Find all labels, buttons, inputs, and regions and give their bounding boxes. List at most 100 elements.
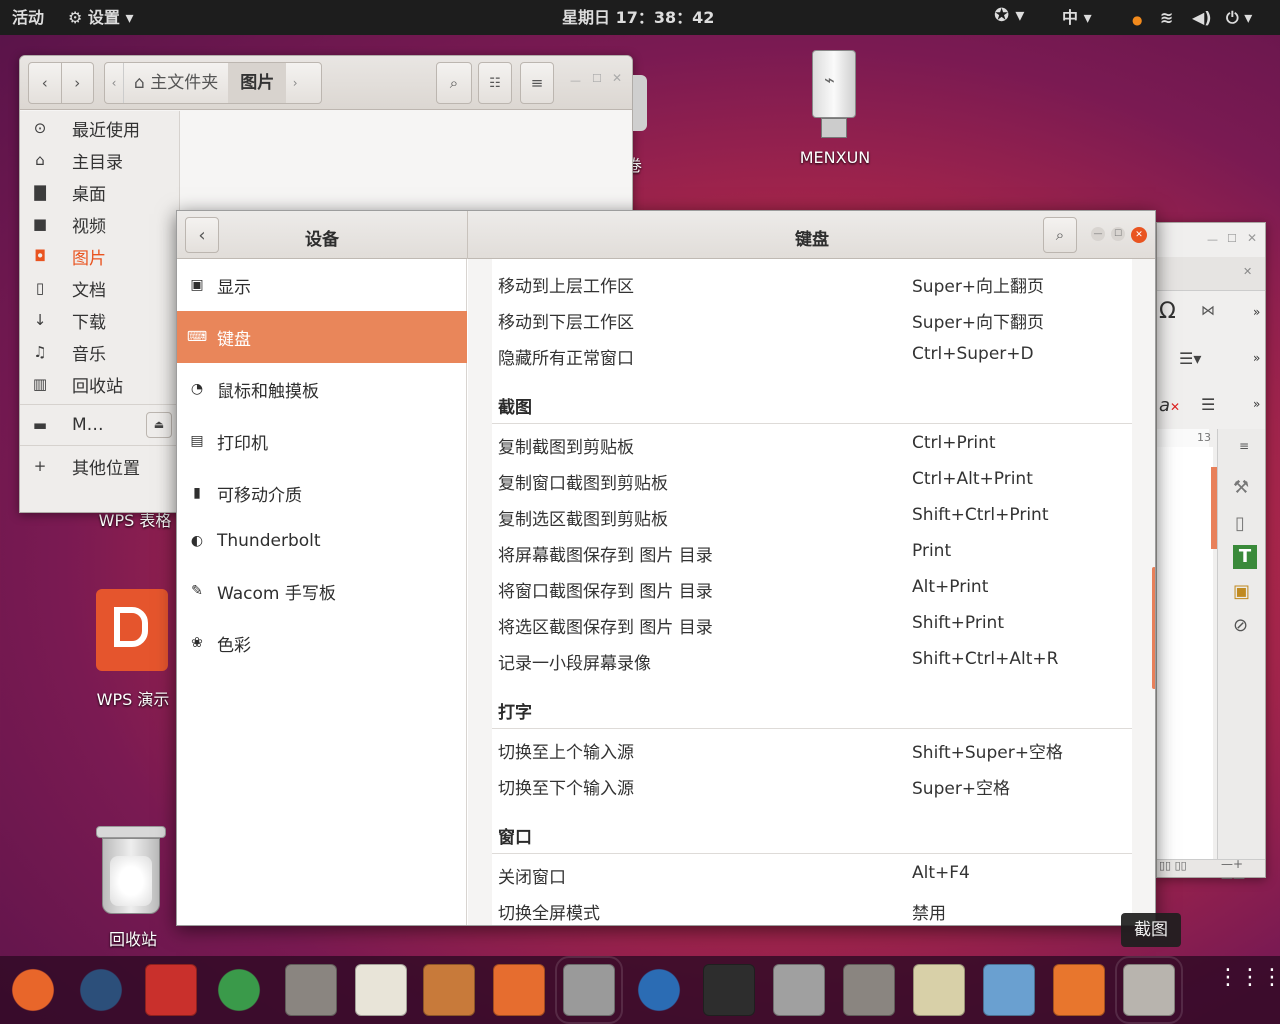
sidebar-item-downloads[interactable]: ↓ 下载 [20,304,180,336]
nav-item-printers[interactable]: ▤ 打印机 [177,415,467,467]
scrollbar-thumb[interactable] [1152,567,1155,689]
screenshot-camera-icon[interactable] [1115,956,1183,1024]
files-cabinet-icon[interactable] [285,964,337,1016]
software-center-icon[interactable] [1053,964,1105,1016]
sidebar-item-videos[interactable]: ■ 视频 [20,208,180,240]
path-right-arrow-icon[interactable]: › [286,76,304,90]
shortcut-row[interactable]: 切换全屏模式 禁用 [498,892,1132,925]
path-home-button[interactable]: ⌂ 主文件夹 [123,63,228,103]
shortcut-row[interactable]: 将窗口截图保存到 图片 目录 Alt+Print [498,570,1132,606]
nav-item-display[interactable]: ▣ 显示 [177,259,467,311]
shortcut-row[interactable]: 移动到上层工作区 Super+向上翻页 [498,265,1132,301]
clock[interactable]: 星期日 17：38：42 [562,8,714,28]
app-grid-icon[interactable]: ⋮⋮⋮ [1217,964,1280,1016]
nav-item-keyboard[interactable]: ⌨ 键盘 [177,311,467,363]
nav-item-mouse[interactable]: ◔ 鼠标和触摸板 [177,363,467,415]
power-icon[interactable]: ⏻ ▾ [1226,8,1252,28]
settings-app-menu[interactable]: ⚙ 设置 ▾ [68,8,134,28]
view-layout-icon[interactable]: ▯▯ ▯▯ [1159,859,1187,872]
sidebar-item-documents[interactable]: ▯ 文档 [20,272,180,304]
nav-item-wacom[interactable]: ✎ Wacom 手写板 [177,565,467,617]
wrench-icon[interactable]: ⚒ [1233,477,1249,498]
close-icon[interactable]: ✕ [1131,227,1147,243]
link-icon[interactable]: ⋈ [1201,303,1215,319]
forward-arrow-icon[interactable]: › [61,74,93,92]
calculator-icon[interactable] [493,964,545,1016]
nav-item-removable-media[interactable]: ▮ 可移动介质 [177,467,467,519]
shortcut-row[interactable]: 切换至上个输入源 Shift+Super+空格 [498,731,1132,767]
sidebar-item-music[interactable]: ♫ 音乐 [20,336,180,368]
sidebar-item-other-locations[interactable]: + 其他位置 [20,450,180,482]
list-format-icon[interactable]: ☰▾ [1179,349,1201,368]
back-arrow-icon[interactable]: ‹ [29,74,61,92]
close-icon[interactable]: ✕ [612,71,622,85]
chrome-icon[interactable] [213,964,265,1016]
sidebar-item-home[interactable]: ⌂ 主目录 [20,144,180,176]
input-method-menu[interactable]: 中 ▾ [1062,8,1092,28]
paint-brush-icon[interactable] [423,964,475,1016]
view-list-icon[interactable]: ☷ [478,62,512,104]
navigator-icon[interactable]: ⊘ [1233,615,1248,636]
shortcut-row[interactable]: 切换至下个输入源 Super+空格 [498,767,1132,803]
page-icon[interactable]: ▯ [1235,513,1245,534]
close-icon[interactable]: ✕ [1247,231,1257,245]
shortcut-row[interactable]: 记录一小段屏幕录像 Shift+Ctrl+Alt+R [498,642,1132,678]
network-globe-icon[interactable] [75,964,127,1016]
thunderbird-icon[interactable] [633,964,685,1016]
settings-gear-icon[interactable] [555,956,623,1024]
activities-button[interactable]: 活动 [12,8,44,28]
menu-icon[interactable]: ≡ [520,62,554,104]
files-icon[interactable] [843,964,895,1016]
maximize-icon[interactable]: ☐ [1227,232,1237,245]
shortcut-row[interactable]: 将选区截图保存到 图片 目录 Shift+Print [498,606,1132,642]
minimize-icon[interactable]: — [570,74,581,87]
minimize-icon[interactable]: — [1207,233,1218,246]
more-arrow-icon[interactable]: » [1253,305,1260,319]
shortcut-row[interactable]: 隐藏所有正常窗口 Ctrl+Super+D [498,337,1132,373]
wps-presentation-icon[interactable] [96,589,168,671]
shortcut-row[interactable]: 将屏幕截图保存到 图片 目录 Print [498,534,1132,570]
eject-icon[interactable]: ⏏ [146,412,172,438]
shortcut-row[interactable]: 移动到下层工作区 Super+向下翻页 [498,301,1132,337]
zoom-slider[interactable]: —+—— [1221,857,1265,885]
shortcut-row[interactable]: 复制选区截图到剪贴板 Shift+Ctrl+Print [498,498,1132,534]
text-editor-icon[interactable] [355,964,407,1016]
maximize-icon[interactable]: ☐ [1111,227,1125,241]
search-icon[interactable]: ⌕ [1043,217,1077,253]
gallery-icon[interactable]: ▣ [1233,581,1250,602]
firefox-icon[interactable] [7,964,59,1016]
clear-format-icon[interactable]: a✕ [1159,395,1180,416]
shortcut-row[interactable]: 复制截图到剪贴板 Ctrl+Print [498,426,1132,462]
trash-desktop-icon[interactable] [96,826,166,916]
sidebar-item-recent[interactable]: ⊙ 最近使用 [20,112,180,144]
path-left-arrow-icon[interactable]: ‹ [105,76,123,90]
sidebar-item-desktop[interactable]: ▇ 桌面 [20,176,180,208]
search-icon[interactable]: ⌕ [436,62,472,104]
document-viewer-icon[interactable] [983,964,1035,1016]
speaker-icon[interactable] [913,964,965,1016]
close-doc-icon[interactable]: ✕ [1243,265,1252,278]
minimize-icon[interactable]: — [1091,227,1105,241]
sidebar-menu-icon[interactable]: ≡ [1239,439,1249,453]
special-char-icon[interactable]: Ω [1159,299,1176,324]
image-viewer-icon[interactable] [773,964,825,1016]
more-arrow-icon[interactable]: » [1253,397,1260,411]
shortcut-row[interactable]: 关闭窗口 Alt+F4 [498,856,1132,892]
align-icon[interactable]: ☰ [1201,395,1215,414]
sidebar-item-pictures[interactable]: ◘ 图片 [20,240,180,272]
accessibility-icon[interactable]: ✪ ▾ [994,6,1024,26]
nav-item-color[interactable]: ❀ 色彩 [177,617,467,669]
usb-drive-icon[interactable]: ⌁ [812,50,856,140]
terminal-icon[interactable] [703,964,755,1016]
more-arrow-icon[interactable]: » [1253,351,1260,365]
path-pictures-button[interactable]: 图片 [228,63,287,103]
dc-app-icon[interactable] [145,964,197,1016]
text-style-icon[interactable]: T [1233,545,1257,569]
sidebar-item-trash[interactable]: ▥ 回收站 [20,368,180,400]
maximize-icon[interactable]: ☐ [592,72,602,85]
wifi-icon[interactable]: ≋ [1160,8,1173,28]
nav-item-thunderbolt[interactable]: ◐ Thunderbolt [177,515,467,567]
shortcut-row[interactable]: 复制窗口截图到剪贴板 Ctrl+Alt+Print [498,462,1132,498]
sidebar-item-drive[interactable]: ▬ M… ⏏ [20,409,180,441]
volume-icon[interactable]: ◀) [1192,8,1212,28]
